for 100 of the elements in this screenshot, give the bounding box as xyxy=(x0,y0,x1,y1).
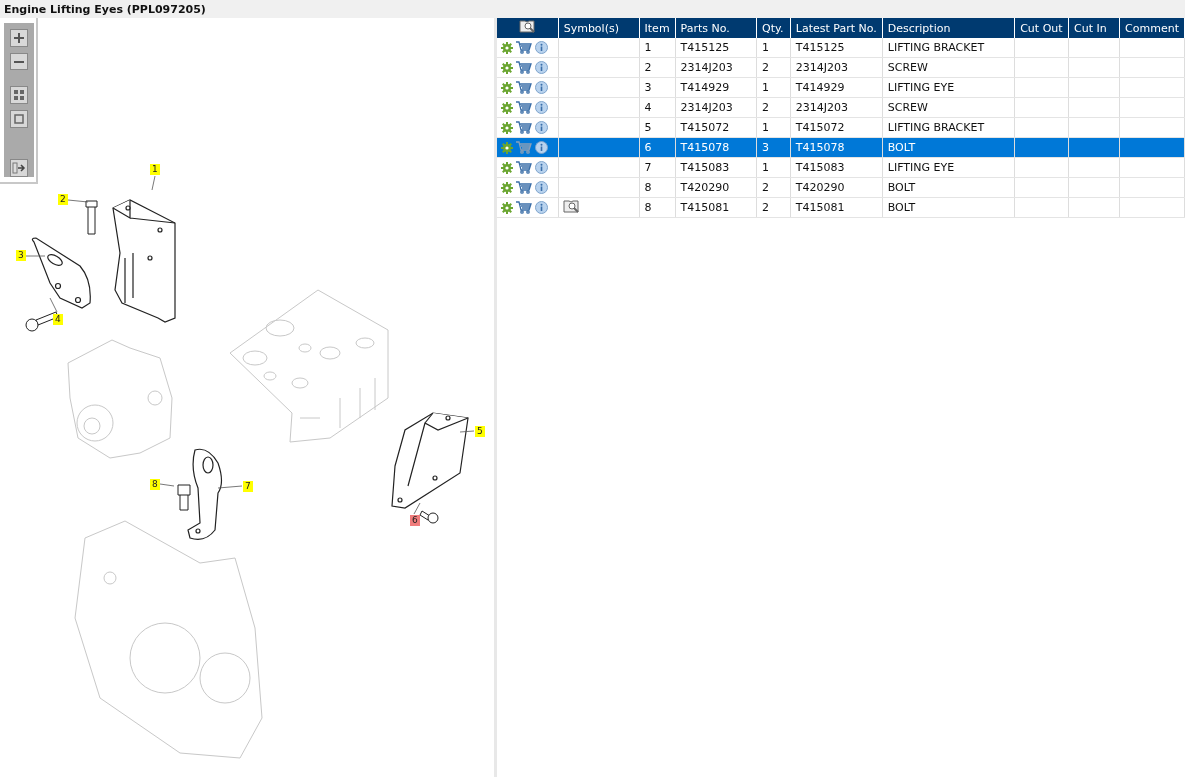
table-cell: T415078 xyxy=(675,137,757,158)
zoom-out-button[interactable] xyxy=(10,52,28,71)
table-row[interactable]: 7 T415083 1 T415083 LIFTING EYE xyxy=(497,157,1185,178)
table-cell: LIFTING EYE xyxy=(882,157,1015,178)
zoom-in-button[interactable] xyxy=(10,29,28,47)
export-button[interactable] xyxy=(10,159,28,177)
cart-icon[interactable] xyxy=(516,81,532,94)
bolt-drawing xyxy=(25,311,59,332)
table-cell: T415072 xyxy=(675,117,757,138)
table-cell: 3 xyxy=(756,137,791,158)
gear-icon[interactable] xyxy=(501,81,513,94)
callout-label[interactable]: 6 xyxy=(410,515,420,526)
table-row[interactable]: 3 T414929 1 T414929 LIFTING EYE xyxy=(497,77,1185,98)
table-row[interactable]: 6 T415078 3 T415078 BOLT xyxy=(497,137,1185,158)
gear-icon[interactable] xyxy=(501,121,513,134)
info-icon[interactable] xyxy=(535,61,548,74)
table-cell: T415083 xyxy=(675,157,757,178)
cart-icon[interactable] xyxy=(516,161,532,174)
table-cell: 2 xyxy=(756,197,791,218)
table-cell: LIFTING EYE xyxy=(882,77,1015,98)
table-row[interactable]: 1 T415125 1 T415125 LIFTING BRACKET xyxy=(497,38,1185,58)
gear-icon[interactable] xyxy=(501,101,513,114)
table-cell: 6 xyxy=(639,137,676,158)
leader-line xyxy=(217,485,243,489)
callout-label[interactable]: 4 xyxy=(53,314,63,325)
gear-icon[interactable] xyxy=(501,41,513,54)
gear-icon[interactable] xyxy=(501,61,513,74)
gear-icon[interactable] xyxy=(501,161,513,174)
table-cell: T420290 xyxy=(790,177,883,198)
info-icon[interactable] xyxy=(535,101,548,114)
column-header[interactable]: Cut Out xyxy=(1014,18,1069,38)
column-header[interactable]: Comment xyxy=(1119,18,1185,38)
table-cell: 2 xyxy=(756,97,791,118)
table-cell: BOLT xyxy=(882,197,1015,218)
info-icon[interactable] xyxy=(535,41,548,54)
info-icon[interactable] xyxy=(535,121,548,134)
column-header[interactable]: Qty. xyxy=(756,18,791,38)
callout-label[interactable]: 1 xyxy=(150,164,160,175)
callout-label[interactable]: 8 xyxy=(150,479,160,490)
table-cell: 2314J203 xyxy=(675,57,757,78)
info-icon[interactable] xyxy=(535,181,548,194)
table-cell: 2314J203 xyxy=(675,97,757,118)
column-header[interactable]: Item xyxy=(639,18,676,38)
table-cell: SCREW xyxy=(882,57,1015,78)
cart-icon[interactable] xyxy=(516,121,532,134)
leader-line xyxy=(49,297,58,313)
table-cell: 5 xyxy=(639,117,676,138)
column-header[interactable]: Latest Part No. xyxy=(790,18,883,38)
table-cell: 1 xyxy=(756,77,791,98)
table-cell: 2314J203 xyxy=(790,57,883,78)
callout-label[interactable]: 7 xyxy=(243,481,253,492)
table-cell: T420290 xyxy=(675,177,757,198)
bolt-drawing xyxy=(85,200,98,235)
table-cell: LIFTING BRACKET xyxy=(882,117,1015,138)
plus-icon xyxy=(13,31,25,44)
cart-icon[interactable] xyxy=(516,201,532,214)
gear-icon[interactable] xyxy=(501,141,513,154)
column-header[interactable]: Cut In xyxy=(1068,18,1120,38)
table-cell: T415125 xyxy=(675,38,757,58)
cart-icon[interactable] xyxy=(516,181,532,194)
column-header[interactable]: Description xyxy=(882,18,1015,38)
cart-icon[interactable] xyxy=(516,101,532,114)
search-icon xyxy=(518,19,536,34)
table-row[interactable]: 8 T415081 2 T415081 BOLT xyxy=(497,197,1185,218)
leader-line xyxy=(151,175,156,191)
info-icon[interactable] xyxy=(535,81,548,94)
table-cell: 2 xyxy=(756,177,791,198)
arrow-icon xyxy=(12,162,26,175)
table-row[interactable]: 2 2314J203 2 2314J203 SCREW xyxy=(497,57,1185,78)
table-cell: 8 xyxy=(639,197,676,218)
info-icon[interactable] xyxy=(535,161,548,174)
bolt-drawing xyxy=(177,484,191,511)
table-cell: 1 xyxy=(756,117,791,138)
table-row[interactable]: 8 T420290 2 T420290 BOLT xyxy=(497,177,1185,198)
table-row[interactable]: 4 2314J203 2 2314J203 SCREW xyxy=(497,97,1185,118)
leader-line xyxy=(459,430,475,433)
callout-label[interactable]: 2 xyxy=(58,194,68,205)
info-icon[interactable] xyxy=(535,201,548,214)
table-cell: SCREW xyxy=(882,97,1015,118)
table-row[interactable]: 5 T415072 1 T415072 LIFTING BRACKET xyxy=(497,117,1185,138)
table-cell: BOLT xyxy=(882,177,1015,198)
leader-line xyxy=(25,255,46,257)
fit-button[interactable] xyxy=(10,86,28,104)
gear-icon[interactable] xyxy=(501,181,513,194)
cart-icon[interactable] xyxy=(516,61,532,74)
grid-icon xyxy=(13,89,25,102)
callout-label[interactable]: 5 xyxy=(475,426,485,437)
table-cell: T415083 xyxy=(790,157,883,178)
callout-label[interactable]: 3 xyxy=(16,250,26,261)
table-cell: 1 xyxy=(756,157,791,178)
gear-icon[interactable] xyxy=(501,201,513,214)
table-cell: 3 xyxy=(639,77,676,98)
actual-size-button[interactable] xyxy=(10,110,28,128)
header-cell[interactable] xyxy=(497,18,559,38)
column-header[interactable]: Symbol(s) xyxy=(558,18,640,38)
table-cell: 8 xyxy=(639,177,676,198)
cart-icon[interactable] xyxy=(516,41,532,54)
info-icon[interactable] xyxy=(535,141,548,154)
table-cell: 2 xyxy=(756,57,791,78)
column-header[interactable]: Parts No. xyxy=(675,18,757,38)
